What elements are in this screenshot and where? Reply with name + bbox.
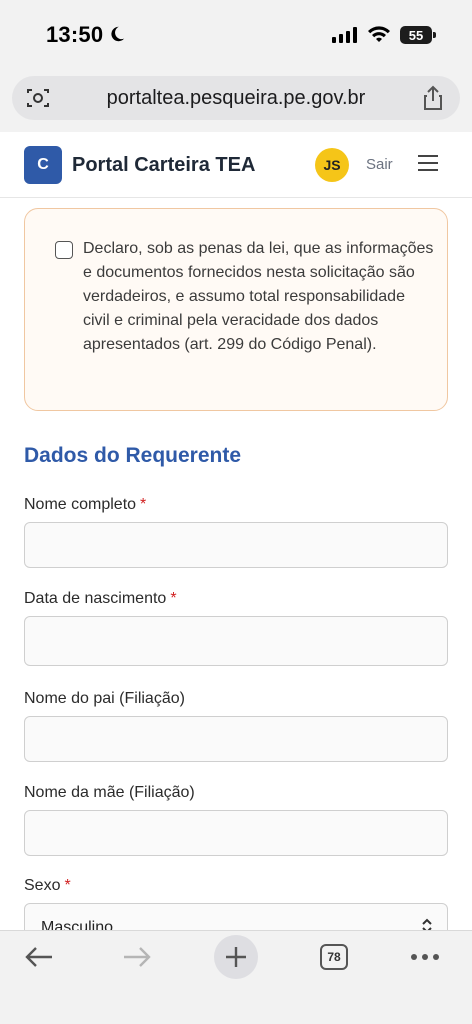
wifi-icon [368,26,390,42]
nome-pai-input[interactable] [24,716,448,762]
data-nascimento-input[interactable] [24,616,448,666]
nome-completo-input[interactable] [24,522,448,568]
sexo-label: Sexo * [24,877,71,895]
required-mark: * [64,877,71,894]
nome-mae-label: Nome da mãe (Filiação) [24,784,195,801]
forward-arrow-icon[interactable] [122,945,152,969]
nome-completo-label-text: Nome completo [24,496,137,513]
status-bar: 13:50 55 [0,0,472,66]
signal-icon [332,27,357,43]
declaration-checkbox[interactable] [55,241,73,259]
back-arrow-icon[interactable] [24,945,54,969]
status-time: 13:50 [46,22,104,47]
app-logo[interactable]: C [24,146,62,184]
section-title: Dados do Requerente [24,444,242,467]
data-nascimento-label: Data de nascimento * [24,590,177,608]
moon-icon [111,26,125,42]
new-tab-button[interactable] [214,935,258,979]
url-text[interactable]: portaltea.pesqueira.pe.gov.br [12,87,460,110]
browser-toolbar: 78 [0,930,472,1024]
avatar[interactable]: JS [315,148,349,182]
declaration-card: Declaro, sob as penas da lei, que as inf… [24,208,448,411]
menu-icon[interactable] [418,154,440,172]
sexo-label-text: Sexo [24,877,61,894]
required-mark: * [140,496,147,513]
data-nascimento-label-text: Data de nascimento [24,590,167,607]
required-mark: * [170,590,177,607]
app-header: C Portal Carteira TEA JS Sair [0,132,472,198]
nome-pai-label: Nome do pai (Filiação) [24,690,185,707]
plus-icon [226,947,246,967]
app-title[interactable]: Portal Carteira TEA [72,154,255,177]
more-icon[interactable] [410,953,440,961]
browser-address-area: portaltea.pesqueira.pe.gov.br [0,66,472,132]
battery-indicator: 55 [400,26,436,44]
nome-completo-label: Nome completo * [24,496,146,514]
declaration-text[interactable]: Declaro, sob as penas da lei, que as inf… [83,237,435,357]
tabs-icon[interactable]: 78 [320,944,348,970]
nome-mae-input[interactable] [24,810,448,856]
share-icon[interactable] [422,85,444,111]
address-bar[interactable]: portaltea.pesqueira.pe.gov.br [12,76,460,120]
logout-link[interactable]: Sair [366,156,393,173]
